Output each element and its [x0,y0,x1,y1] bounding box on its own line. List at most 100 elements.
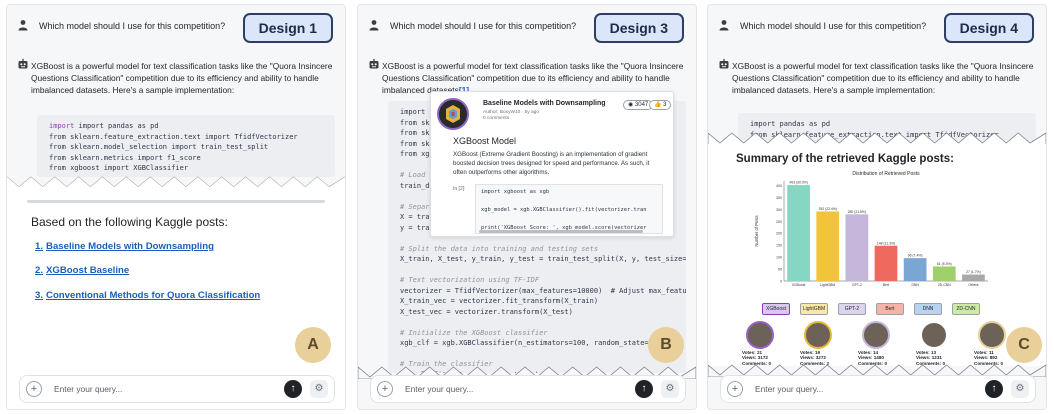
code-line: import import pandas as pd [49,122,159,130]
code-line: # Split the data into training and testi… [400,244,599,253]
legend-chip[interactable]: XGBoost [762,303,790,315]
comparison-figure: Which model should I use for this compet… [0,0,1054,414]
truncation-zigzag [7,176,345,189]
code-line: from sklearn.feature_extraction.text imp… [49,132,298,141]
gear-icon[interactable]: ⚙ [1011,380,1029,398]
send-icon[interactable]: ↑ [284,380,302,398]
y-tick-label: 50 [778,267,782,271]
code-line: xgb_clf = xgb.XGBClassifier(n_estimators… [400,339,662,347]
query-bar[interactable]: + Enter your query... ↑ ⚙ [19,375,335,403]
code-line: xgb_model = xgb.XGBClassifier().fit(vect… [481,207,647,213]
query-bar[interactable]: + Enter your query... ↑ ⚙ [370,375,686,403]
x-tick-label: Bert [883,283,889,287]
post-avatar [437,98,469,130]
legend-chip[interactable]: LightGBM [800,303,828,315]
send-icon[interactable]: ↑ [985,380,1003,398]
bar-gpt-2 [845,214,869,281]
code-block: import import pandas as pd from sklearn.f… [37,115,335,177]
y-axis-label: Number of Posts [754,215,759,246]
code-line: # Text vectorization using TF-IDF [400,276,540,284]
code-line: from sklearn.metrics import f1_score [49,153,201,162]
y-tick-label: 300 [776,208,782,212]
bar-value-label: 403 (30.0%) [789,181,807,185]
x-tick-label: LightGBM [820,283,835,287]
y-tick-label: 350 [776,196,782,200]
legend-chip[interactable]: 2D-CNN [952,303,980,315]
eye-icon: ◉ [628,102,635,108]
post-description: XGBoost (Extreme Gradient Boosting) is a… [453,151,650,176]
author-avatar[interactable] [978,321,1006,349]
author-avatar[interactable] [804,321,832,349]
post-title[interactable]: Baseline Models with Downsampling [483,100,606,107]
query-input[interactable]: Enter your query... [755,384,823,394]
x-tick-label: GPT-2 [852,283,862,287]
panel-letter-b: B [648,327,684,363]
user-question: Which model should I use for this compet… [390,21,577,31]
kaggle-logo-icon [446,105,460,123]
robot-icon [18,58,28,69]
kaggle-link-1[interactable]: 1. Baseline Models with Downsampling [35,241,214,252]
gear-icon[interactable]: ⚙ [661,380,679,398]
votes-badge[interactable]: 👍 3 [649,100,672,110]
code-line: from xgboost import XGBClassifier [49,164,189,172]
thumbs-up-icon: 👍 [654,102,664,108]
gear-icon[interactable]: ⚙ [310,380,328,398]
cell-label: In [2]: [453,186,466,192]
bar-lightgbm [816,211,840,281]
bar-2d-cnn [932,266,956,281]
y-tick-label: 150 [776,244,782,248]
legend-chip[interactable]: GPT-2 [838,303,866,315]
y-tick-label: 0 [780,279,782,283]
post-comments: 0 comments [483,116,510,121]
horizontal-scrollbar[interactable] [479,230,643,233]
person-icon [369,20,379,31]
assistant-answer: XGBoost is a powerful model for text cla… [31,61,333,95]
bar-value-label: 61 (5.3%) [937,262,952,266]
design-4-panel: Which model should I use for this compet… [707,4,1047,410]
code-line: # Initialize the XGBoost classifier [400,328,548,337]
code-line: X_train, X_test, y_train, y_test = train… [400,255,686,263]
panel-letter-c: C [1006,327,1042,363]
design-1-panel: Which model should I use for this compet… [6,4,346,410]
author-avatar[interactable] [920,321,948,349]
bar-value-label: 292 (22.4%) [818,207,836,211]
query-input[interactable]: Enter your query... [405,384,473,394]
plus-icon[interactable]: + [727,381,743,397]
user-message: Which model should I use for this compet… [708,5,1046,47]
plus-icon[interactable]: + [26,381,42,397]
x-tick-label: Others [968,283,978,287]
code-line: import xgboost as xgb [481,189,550,195]
kaggle-link-2[interactable]: 2. XGBoost Baseline [35,265,129,276]
panel-letter-a: A [295,327,331,363]
divider [27,200,325,203]
legend-chip[interactable]: Bert [876,303,904,315]
author-avatar[interactable] [746,321,774,349]
post-section-heading: XGBoost Model [453,136,517,146]
chart-title: Distribution of Retrieved Posts [852,171,920,177]
author-avatar[interactable] [862,321,890,349]
x-tick-label: XGBoost [792,283,806,287]
post-code-cell: import xgboost as xgb xgb_model = xgb.XGB… [475,184,663,234]
query-bar[interactable]: + Enter your query... ↑ ⚙ [720,375,1036,403]
kaggle-post-popup[interactable]: Baseline Models with Downsampling Author… [430,91,674,237]
send-icon[interactable]: ↑ [635,380,653,398]
x-tick-label: 2D-CNN [938,283,951,287]
legend-chip[interactable]: DNN [914,303,942,315]
query-input[interactable]: Enter your query... [54,384,122,394]
y-tick-label: 250 [776,220,782,224]
user-question: Which model should I use for this compet… [39,21,226,31]
bar-dnn [903,258,927,281]
user-question: Which model should I use for this compet… [740,21,927,31]
y-tick-label: 200 [776,232,782,236]
plus-icon[interactable]: + [377,381,393,397]
bar-bert [874,245,898,281]
kaggle-link-3[interactable]: 3. Conventional Methods for Quora Classif… [35,290,260,301]
person-icon [719,20,729,31]
user-message: Which model should I use for this compet… [358,5,696,47]
retrieved-posts-chart: Distribution of Retrieved Posts Number of… [754,171,988,287]
design-badge: Design 1 [242,13,333,43]
